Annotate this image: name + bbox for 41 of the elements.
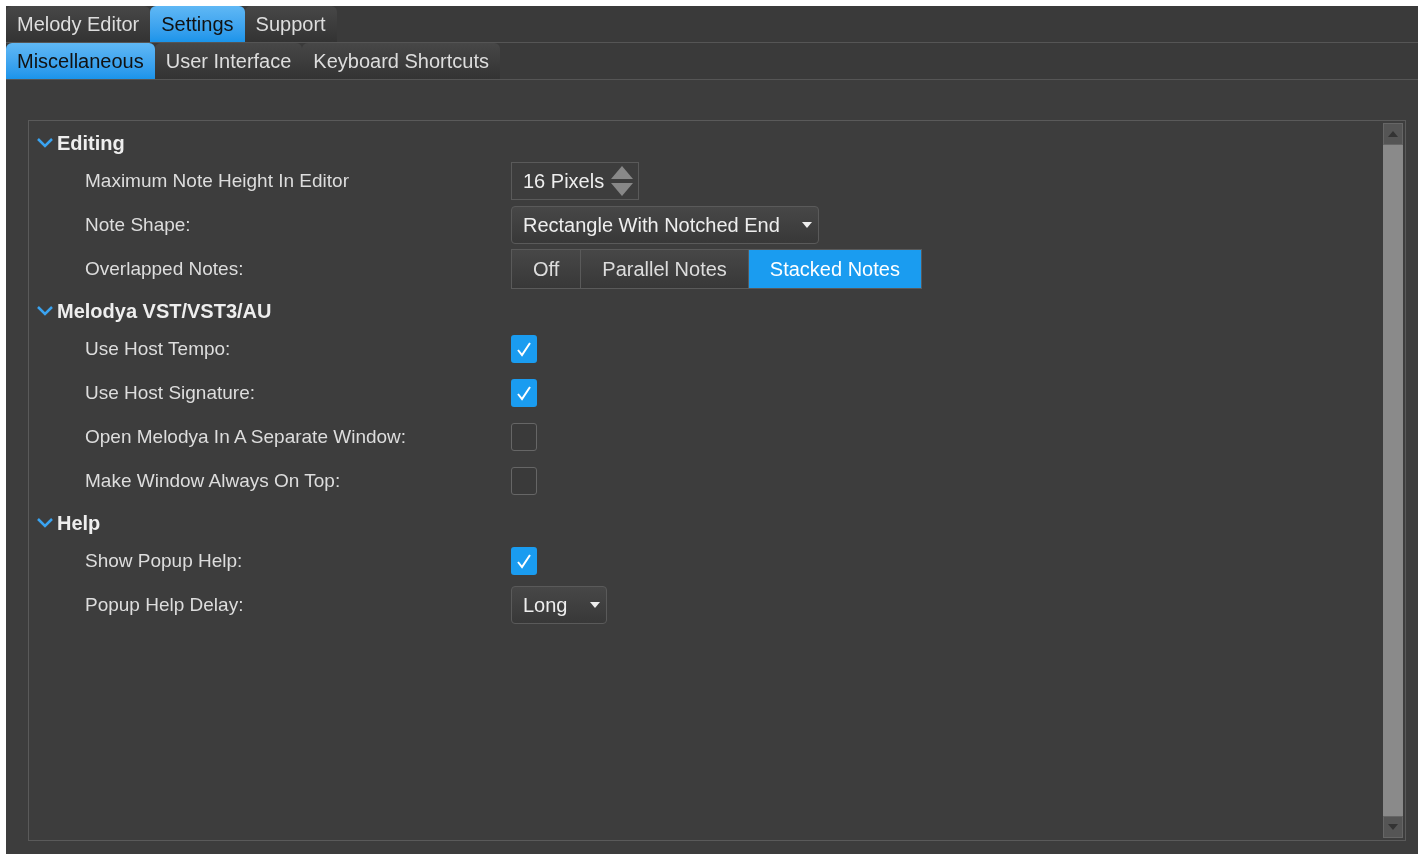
spinner-arrows-icon[interactable] [610, 165, 635, 197]
spinner-field[interactable]: 16 Pixels [511, 162, 640, 200]
caret-icon [801, 222, 812, 228]
checkmark-icon [516, 341, 532, 357]
up-arrow-icon [1388, 131, 1398, 137]
tab[interactable]: User Interface [154, 43, 303, 79]
setting-label: Overlapped Notes: [84, 256, 245, 281]
section-heading: Melodya VST/VST3/AU [57, 299, 272, 324]
segment-button[interactable]: Off [512, 250, 581, 288]
checkbox[interactable] [511, 379, 537, 407]
segment-button[interactable]: Parallel Notes [580, 250, 748, 288]
scroll-up-button[interactable] [1383, 123, 1403, 145]
checkbox[interactable] [511, 423, 537, 451]
section-heading: Editing [57, 131, 125, 156]
tab[interactable]: Keyboard Shortcuts [302, 43, 500, 79]
setting-label: Make Window Always On Top: [84, 468, 342, 493]
chevron-icon[interactable] [37, 138, 53, 148]
scroll-down-button[interactable] [1383, 816, 1403, 838]
checkbox[interactable] [511, 467, 537, 495]
tab[interactable]: Settings [150, 6, 245, 42]
setting-label: Use Host Signature: [84, 380, 257, 405]
dropdown[interactable]: Rectangle With Notched End [511, 206, 819, 244]
section-heading: Help [57, 511, 101, 536]
dropdown[interactable]: Long [511, 586, 607, 624]
checkbox[interactable] [511, 547, 537, 575]
checkmark-icon [516, 553, 532, 569]
checkbox[interactable] [511, 335, 537, 363]
chevron-icon[interactable] [37, 306, 53, 316]
chevron-icon[interactable] [37, 518, 53, 528]
setting-label: Use Host Tempo: [84, 336, 232, 361]
setting-label: Popup Help Delay: [84, 592, 245, 617]
tab[interactable]: Miscellaneous [6, 43, 155, 79]
tab[interactable]: Melody Editor [6, 6, 151, 42]
checkmark-icon [516, 385, 532, 401]
down-arrow-icon [1388, 824, 1398, 830]
setting-label: Note Shape: [84, 212, 192, 237]
setting-label: Show Popup Help: [84, 548, 244, 573]
caret-icon [589, 602, 600, 608]
setting-label: Open Melodya In A Separate Window: [84, 424, 408, 449]
setting-label: Maximum Note Height In Editor [84, 168, 350, 193]
tab[interactable]: Support [244, 6, 337, 42]
